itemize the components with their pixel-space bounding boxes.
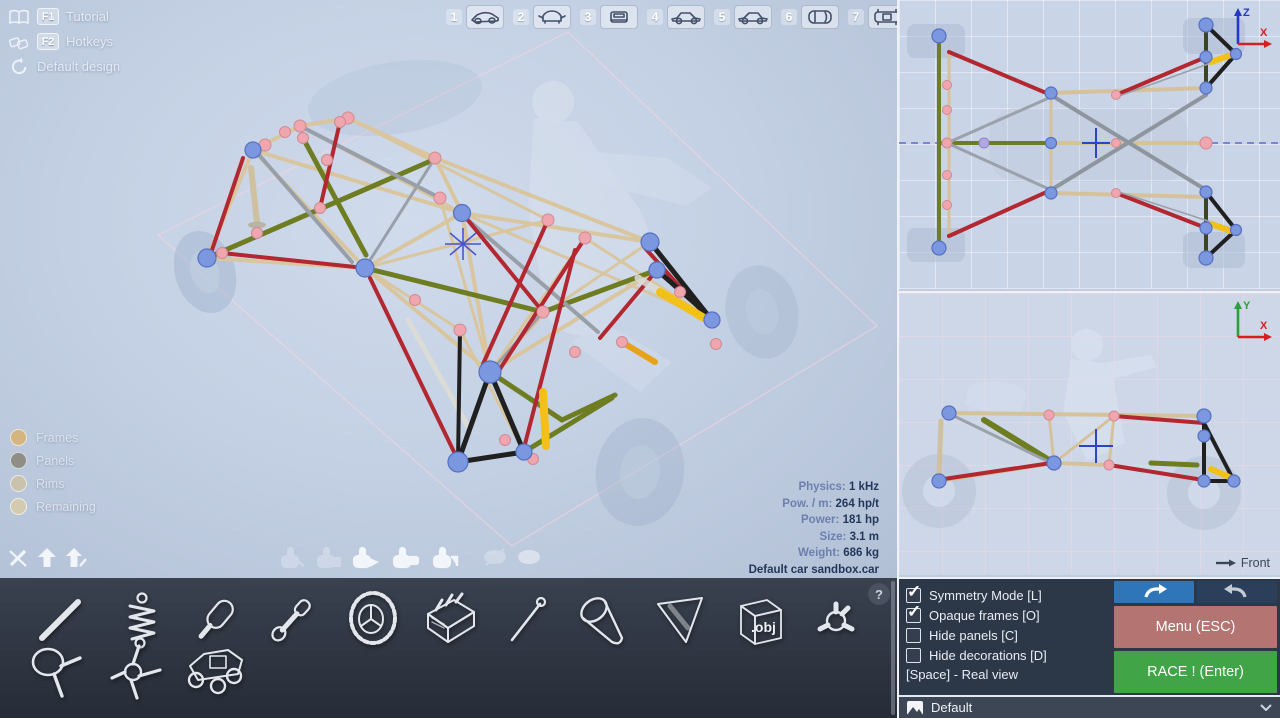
svg-text:X: X: [1260, 27, 1268, 39]
svg-text:Y: Y: [1243, 300, 1251, 312]
viewport-toolbar: [0, 544, 897, 574]
part-hub-connector-icon[interactable]: [106, 642, 164, 707]
grab-corner-tool-icon[interactable]: [430, 546, 460, 577]
car-rear-icon[interactable]: [600, 5, 638, 29]
grab-flag-tool-icon[interactable]: [350, 546, 380, 577]
hotkeys-button[interactable]: F2 Hotkeys: [8, 29, 120, 54]
checkbox-icon[interactable]: [906, 582, 921, 603]
main-3d-viewport[interactable]: F1 Tutorial F2 Hotkeys Default design 1: [0, 0, 960, 578]
undo-button[interactable]: [1114, 581, 1194, 603]
part-engine-icon[interactable]: [420, 590, 482, 653]
svg-text:X: X: [1260, 320, 1268, 332]
view-slot-5[interactable]: 5: [714, 5, 772, 29]
top-view-canvas[interactable]: [899, 0, 1280, 289]
checkbox-icon[interactable]: [906, 647, 921, 663]
hide-decorations-checkbox[interactable]: Hide decorations [D]: [906, 646, 1047, 664]
part-ball-joint-icon[interactable]: [815, 600, 857, 647]
palette-scrollbar[interactable]: [891, 581, 895, 715]
default-design-label: Default design: [37, 59, 121, 74]
checkbox-icon[interactable]: [906, 627, 921, 643]
redo-arrow-icon: [1224, 584, 1247, 598]
center-marker: [445, 228, 481, 260]
part-actuator-icon[interactable]: [264, 592, 320, 653]
palette-help-button[interactable]: ?: [868, 583, 890, 605]
book-icon: [8, 7, 30, 27]
top-view-axis-indicator: Z X: [1234, 7, 1272, 48]
front-arrow-icon: [1215, 559, 1236, 567]
checkbox-icon[interactable]: [906, 602, 921, 623]
car-front-icon[interactable]: [533, 5, 571, 29]
svg-text:Z: Z: [1243, 7, 1250, 19]
view-slot-4[interactable]: 4: [647, 5, 705, 29]
remaining-color-dot: [10, 498, 27, 515]
car-side-right-icon[interactable]: [667, 5, 705, 29]
raise-arrow-icon[interactable]: [36, 546, 58, 575]
part-wheel-icon[interactable]: [342, 588, 402, 655]
top-view-lavender-joint: [978, 137, 990, 149]
hotkeys-label: Hotkeys: [66, 34, 113, 49]
part-steering-wheel-icon[interactable]: [26, 644, 88, 707]
hotkeys-icon: [8, 32, 30, 52]
part-antenna-icon[interactable]: [498, 592, 554, 653]
help-menu: F1 Tutorial F2 Hotkeys Default design: [8, 4, 120, 79]
chevron-down-icon: [1260, 704, 1272, 711]
camera-view-slots: 1 2 3 4 5 6 7: [446, 5, 961, 29]
default-design-button[interactable]: Default design: [8, 54, 120, 79]
legend-rims: Rims: [10, 472, 96, 495]
undo-arrow-icon: [1144, 584, 1167, 598]
race-button[interactable]: RACE ! (Enter): [1114, 651, 1277, 693]
scene-image-icon: [907, 700, 923, 715]
raise-edit-arrow-icon[interactable]: [64, 546, 88, 575]
view-slot-1[interactable]: 1: [446, 5, 504, 29]
panels-color-dot: [10, 452, 27, 469]
side-view-viewport[interactable]: Y X Front: [899, 291, 1280, 575]
legend-remaining: Remaining: [10, 495, 96, 518]
grab-box-tool-icon[interactable]: [390, 546, 420, 577]
view-slot-3[interactable]: 3: [580, 5, 638, 29]
opaque-frames-checkbox[interactable]: Opaque frames [O]: [906, 602, 1040, 624]
f2-key-badge: F2: [37, 33, 59, 50]
legend-frames: Frames: [10, 426, 96, 449]
side-view-axis-indicator: Y X: [1234, 300, 1272, 341]
hide-panels-checkbox[interactable]: Hide panels [C]: [906, 626, 1018, 644]
front-direction-label: Front: [1215, 556, 1270, 570]
legend-panels: Panels: [10, 449, 96, 472]
part-panel-triangle-icon[interactable]: [650, 592, 708, 653]
part-cone-icon[interactable]: [572, 590, 634, 655]
view-slot-2[interactable]: 2: [513, 5, 571, 29]
car-top-cabin-icon[interactable]: [801, 5, 839, 29]
show-eye-icon[interactable]: [516, 546, 542, 573]
top-view-viewport[interactable]: Z X: [899, 0, 1280, 289]
tutorial-button[interactable]: F1 Tutorial: [8, 4, 120, 29]
svg-text:.obj: .obj: [751, 619, 776, 635]
frames-color-dot: [10, 429, 27, 446]
ghost-driver-side: [965, 329, 1157, 461]
rims-color-dot: [10, 475, 27, 492]
right-panel: Z X Y X Front ✓ Symmetry Mode [L] ✓ Opaq…: [897, 0, 1280, 718]
car-builder-app: F1 Tutorial F2 Hotkeys Default design 1: [0, 0, 1280, 718]
part-obj-import-icon[interactable]: .obj: [727, 588, 789, 655]
f1-key-badge: F1: [37, 8, 59, 25]
part-sample-buggy-icon[interactable]: [178, 640, 252, 703]
car-side-left-icon[interactable]: [734, 5, 772, 29]
environment-preset-dropdown[interactable]: Default: [899, 695, 1280, 718]
build-legend: Frames Panels Rims Remaining: [10, 426, 96, 518]
grab-tool-1-icon[interactable]: [276, 546, 306, 577]
parts-palette: .obj ?: [0, 578, 897, 718]
build-options-panel: Symmetry Mode [L] Opaque frames [O] Hide…: [899, 577, 1280, 695]
view-slot-6[interactable]: 6: [781, 5, 839, 29]
hide-eye-icon[interactable]: [482, 546, 508, 573]
symmetry-mode-checkbox[interactable]: Symmetry Mode [L]: [906, 582, 1042, 604]
reset-icon: [8, 57, 30, 77]
redo-button[interactable]: [1197, 581, 1277, 603]
real-view-hint: [Space] - Real view: [906, 667, 1018, 682]
grab-tool-2-icon[interactable]: [312, 546, 342, 577]
no-draw-pencil-icon[interactable]: [6, 546, 30, 575]
car-perspective-icon[interactable]: [466, 5, 504, 29]
side-view-canvas[interactable]: [899, 293, 1280, 575]
tutorial-label: Tutorial: [66, 9, 109, 24]
menu-button[interactable]: Menu (ESC): [1114, 606, 1277, 648]
